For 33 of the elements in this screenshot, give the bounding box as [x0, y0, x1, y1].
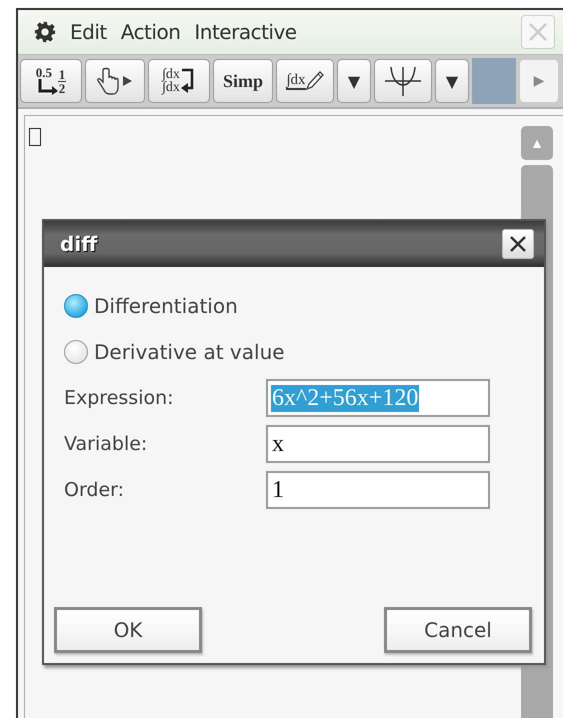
integral-pen-button[interactable]: ∫dx [276, 59, 334, 103]
input-field[interactable]: x [266, 425, 490, 463]
simplify-button[interactable]: Simp [213, 59, 273, 103]
radio-option[interactable]: Derivative at value [64, 329, 285, 375]
radio-button[interactable] [64, 340, 88, 364]
close-icon [508, 234, 528, 254]
fraction-decimal-button[interactable]: 0.5 1 2 [20, 59, 82, 103]
close-button[interactable] [502, 229, 534, 259]
toolbar-slot [472, 58, 516, 104]
parabola-graph-icon [383, 65, 423, 97]
pencil-icon [306, 71, 324, 91]
radio-option[interactable]: Differentiation [64, 283, 238, 329]
menu-item[interactable]: Action [120, 20, 180, 44]
dialog-title: diff [60, 232, 98, 256]
dropdown-button[interactable]: ▼ [435, 59, 469, 103]
menu-item[interactable]: Edit [70, 20, 107, 44]
close-icon [527, 21, 549, 43]
integral-swap-button[interactable]: ∫dx ∫dx [148, 59, 210, 103]
cursor-icon [29, 128, 41, 146]
hand-pointer-button[interactable] [85, 59, 145, 103]
menu-item[interactable]: Interactive [194, 20, 297, 44]
settings-icon[interactable] [34, 21, 56, 43]
graph-button[interactable] [374, 59, 432, 103]
field-label: Variable: [64, 433, 148, 455]
radio-button[interactable] [64, 294, 88, 318]
return-arrow-icon [180, 67, 196, 95]
dialog-button[interactable]: Cancel [384, 607, 532, 653]
field-label: Order: [64, 479, 126, 501]
dropdown-button[interactable]: ▼ [337, 59, 371, 103]
field-label: Expression: [64, 387, 175, 409]
input-field[interactable]: 1 [266, 471, 490, 509]
dialog-button[interactable]: OK [54, 607, 202, 653]
arrow-icon [36, 79, 58, 95]
